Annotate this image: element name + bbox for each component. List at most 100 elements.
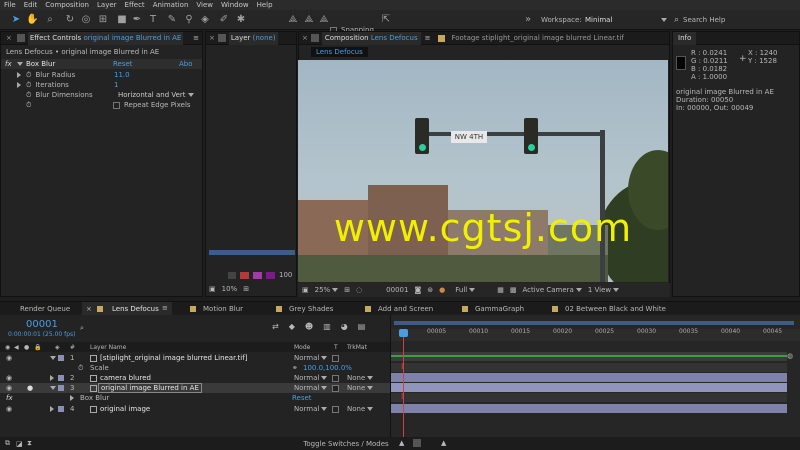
clone-tool-icon[interactable]: ⚲ — [183, 13, 195, 26]
tab-add-and-screen[interactable]: Add and Screen — [378, 305, 433, 313]
lock-icon[interactable] — [16, 34, 25, 42]
timeline-layer-row-4[interactable]: ◉ 4 original image Normal None — [0, 404, 390, 414]
shy-icon[interactable]: ☻ — [305, 322, 313, 331]
mask-icon[interactable]: ◌ — [356, 286, 362, 294]
red-channel-icon[interactable] — [240, 271, 249, 279]
time-navigator[interactable] — [394, 321, 794, 325]
expand-layer-icon[interactable] — [50, 406, 54, 412]
timeline-layer-row-1[interactable]: ◉ 1 [stiplight_original image blurred Li… — [0, 353, 390, 363]
workspace-menu-icon[interactable]: » — [522, 13, 534, 26]
view-axis-icon[interactable]: ⟁ — [318, 13, 330, 26]
label-color-swatch[interactable] — [58, 406, 64, 412]
chevron-right-icon[interactable]: › — [597, 220, 601, 231]
channel-icon[interactable]: ⊛ — [427, 286, 433, 294]
effect-reset-link[interactable]: Reset — [113, 60, 133, 68]
tab-info[interactable]: Info — [673, 32, 697, 45]
layer-name[interactable]: [stiplight_original image blurred Linear… — [100, 354, 247, 362]
panel-close-icon[interactable]: × — [1, 32, 17, 45]
panel-menu-icon[interactable]: ≡ — [162, 304, 168, 312]
stopwatch-icon[interactable]: ⏱ — [26, 101, 31, 110]
menu-help[interactable]: Help — [253, 1, 277, 9]
pan-behind-tool-icon[interactable]: ⊞ — [97, 13, 109, 26]
expand-layer-icon[interactable] — [50, 356, 56, 360]
visibility-eye-icon[interactable]: ◉ — [6, 354, 12, 362]
zoom-slider-handle[interactable] — [413, 439, 421, 447]
layer-time-navigator[interactable] — [209, 250, 295, 255]
purple-channel-icon[interactable] — [266, 271, 275, 279]
expand-layer-icon[interactable] — [50, 375, 54, 381]
toggle-switches-modes-button[interactable]: Toggle Switches / Modes — [301, 440, 391, 448]
mode-select[interactable]: Normal — [294, 374, 328, 382]
rotate-tool-icon[interactable]: ↻ — [64, 13, 76, 26]
stopwatch-icon[interactable]: ⏱ — [78, 364, 83, 373]
zoom-in-icon[interactable]: ▲ — [441, 439, 446, 447]
color-icon[interactable]: ● — [439, 286, 445, 294]
timeline-layer-row-3[interactable]: ◉ ● 3 original image Blurred in AE Norma… — [0, 383, 390, 393]
label-color-swatch[interactable] — [58, 375, 64, 381]
expand-layer-icon[interactable] — [50, 386, 56, 390]
comp-name-chip[interactable]: Lens Defocus — [311, 47, 368, 57]
world-axis-icon[interactable]: ⟁ — [303, 13, 315, 26]
stopwatch-icon[interactable]: ⏱ — [26, 71, 31, 80]
lock-icon[interactable] — [310, 34, 319, 42]
camera-tool-icon[interactable]: ◎ — [80, 13, 92, 26]
graph-editor-icon[interactable]: ▤ — [358, 322, 366, 331]
layer-name[interactable]: camera blured — [100, 374, 151, 382]
mode-select[interactable]: Normal — [294, 405, 328, 413]
search-icon[interactable]: ⌕ — [80, 324, 84, 333]
expand-param-icon[interactable] — [17, 72, 21, 78]
tab-motion-blur[interactable]: Motion Blur — [203, 305, 243, 313]
mode-select[interactable]: Normal — [294, 384, 328, 392]
current-frame[interactable]: 00001 — [386, 286, 408, 294]
menu-composition[interactable]: Composition — [41, 1, 93, 9]
transparency-icon[interactable]: ▩ — [510, 286, 517, 294]
layer-zoom-value[interactable]: 10% — [222, 285, 238, 293]
expand-effect-icon[interactable] — [17, 62, 23, 66]
blur-dimensions-select[interactable]: Horizontal and Vert — [118, 91, 194, 99]
tab-effect-controls[interactable]: Effect Controls original image Blurred i… — [27, 32, 184, 45]
search-help-field[interactable]: ⌕ Search Help — [674, 14, 794, 25]
snapshot-icon[interactable]: ◙ — [414, 286, 421, 294]
eraser-tool-icon[interactable]: ◈ — [199, 13, 211, 26]
track-bar-4[interactable] — [391, 404, 787, 413]
fast-preview-icon[interactable]: ▦ — [497, 286, 504, 294]
views-select[interactable]: 1 View — [588, 286, 620, 294]
pen-tool-icon[interactable]: ✒ — [131, 13, 143, 26]
motion-blur-icon[interactable]: ◕ — [341, 322, 348, 331]
panel-menu-icon[interactable]: ≡ — [421, 34, 435, 42]
trkmat-select[interactable]: None — [347, 405, 374, 413]
selection-tool-icon[interactable]: ➤ — [10, 13, 22, 26]
preserve-transparency-checkbox[interactable] — [332, 354, 339, 362]
camera-select[interactable]: Active Camera — [522, 286, 582, 294]
menu-edit[interactable]: Edit — [20, 1, 42, 9]
label-color-swatch[interactable] — [58, 355, 64, 361]
grid-icon[interactable]: ⊞ — [243, 285, 249, 293]
snap-options-icon[interactable]: ⇱ — [380, 13, 392, 26]
effect-header-box-blur[interactable]: fx Box Blur Reset Abo — [1, 59, 202, 69]
brush-tool-icon[interactable]: ✎ — [166, 13, 178, 26]
track-bar-1[interactable] — [391, 352, 787, 361]
draft-3d-icon[interactable]: ◆ — [289, 322, 295, 331]
constrain-link-icon[interactable]: ⚭ — [292, 364, 298, 372]
visibility-eye-icon[interactable]: ◉ — [6, 405, 12, 413]
preserve-transparency-checkbox[interactable] — [332, 374, 339, 382]
zoom-select[interactable]: 25% — [315, 286, 339, 294]
repeat-edge-checkbox[interactable] — [113, 102, 120, 109]
fx-icon[interactable]: fx — [6, 394, 13, 402]
local-axis-icon[interactable]: ⟁ — [287, 13, 299, 26]
roto-tool-icon[interactable]: ✐ — [218, 13, 230, 26]
expand-modes-icon[interactable]: ◪ — [16, 440, 23, 448]
region-icon[interactable]: ▣ — [302, 286, 309, 294]
playhead-line[interactable] — [403, 329, 404, 437]
panel-close-icon[interactable]: × — [206, 32, 218, 45]
tab-grey-shades[interactable]: Grey Shades — [289, 305, 333, 313]
preserve-transparency-checkbox[interactable] — [332, 405, 339, 413]
tab-between-black-white[interactable]: 02 Between Black and White — [565, 305, 666, 313]
scale-value[interactable]: 100.0,100.0% — [303, 364, 352, 372]
stopwatch-icon[interactable]: ⏱ — [26, 91, 31, 100]
visibility-eye-icon[interactable]: ◉ — [6, 384, 12, 392]
current-timecode[interactable]: 00001 — [26, 319, 58, 330]
col-layer-name[interactable]: Layer Name — [90, 344, 126, 351]
menu-window[interactable]: Window — [217, 1, 253, 9]
tab-render-queue[interactable]: Render Queue — [20, 305, 70, 313]
